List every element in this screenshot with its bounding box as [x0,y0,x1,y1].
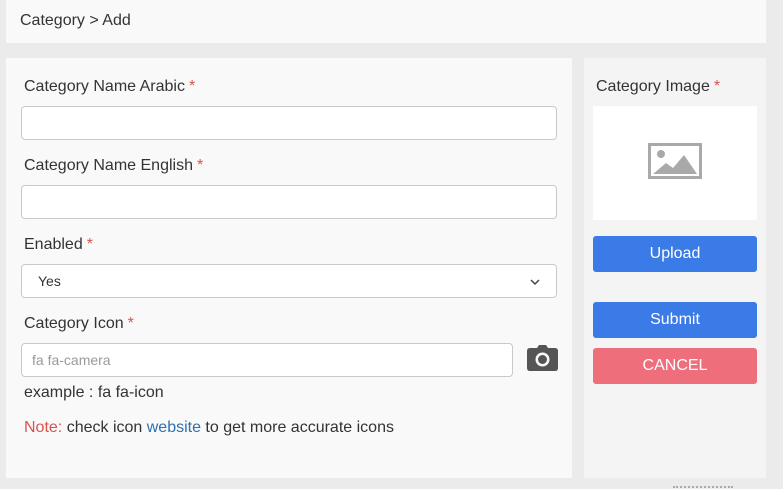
required-mark: * [713,78,721,95]
note-text-before: check icon [62,419,147,436]
name-english-input[interactable] [21,185,557,219]
chevron-down-icon [530,273,540,289]
category-form-panel: Category Name Arabic * Category Name Engl… [6,58,572,478]
enabled-label: Enabled * [24,236,93,253]
breadcrumb: Category > Add [6,0,766,43]
required-mark: * [196,157,204,174]
icon-note: Note: check icon website to get more acc… [24,419,394,437]
image-side-panel: Category Image * Upload Submit CANCEL [584,58,766,478]
name-arabic-input[interactable] [21,106,557,140]
required-mark: * [86,236,93,253]
category-image-preview[interactable] [593,106,757,220]
name-english-label: Category Name English * [24,157,204,174]
cancel-button[interactable]: CANCEL [593,348,757,384]
note-prefix: Note: [24,419,63,436]
image-icon [648,142,702,184]
icon-example-text: example : fa fa-icon [24,384,164,401]
required-mark: * [188,78,196,95]
breadcrumb-text: Category > Add [20,12,131,29]
enabled-select[interactable]: Yes [21,264,557,298]
required-mark: * [127,315,134,332]
category-icon-input[interactable] [21,343,513,377]
note-text-after: to get more accurate icons [200,419,394,436]
name-arabic-label: Category Name Arabic * [24,78,196,95]
scroll-indicator [673,486,733,488]
upload-button[interactable]: Upload [593,236,757,272]
enabled-select-value: Yes [38,273,61,289]
website-link[interactable]: website [147,419,201,436]
camera-icon [527,345,558,376]
category-icon-label: Category Icon * [24,315,134,332]
category-image-label: Category Image * [596,78,721,95]
submit-button[interactable]: Submit [593,302,757,338]
